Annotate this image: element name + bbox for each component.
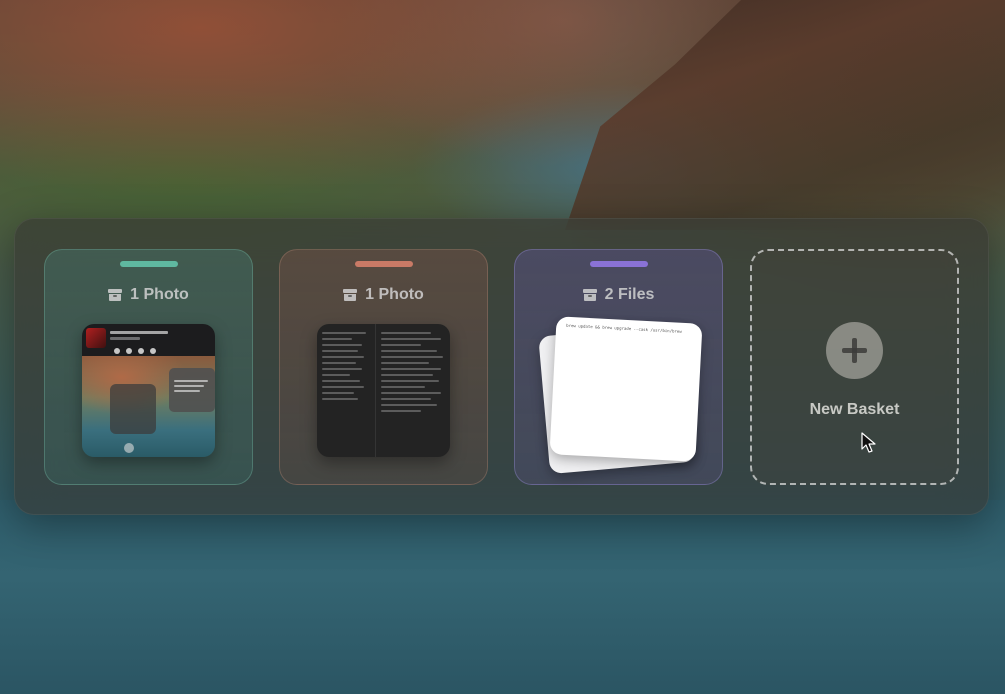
desktop-wallpaper-water	[0, 500, 1005, 694]
basket-thumbnail-document[interactable]	[317, 324, 450, 457]
mini-music-player	[86, 328, 176, 356]
basket-panel: 1 Photo 1 Photo 2 Files brew update && b…	[14, 218, 989, 515]
basket-card-1[interactable]: 1 Photo	[44, 249, 253, 485]
basket-title-label: 2 Files	[604, 286, 655, 303]
mini-popup	[169, 368, 215, 412]
new-basket-button[interactable]: New Basket	[750, 249, 959, 485]
basket-title-label: 1 Photo	[365, 286, 424, 303]
basket-title: 2 Files	[515, 286, 722, 304]
plus-icon	[826, 322, 883, 379]
archive-box-icon	[108, 289, 123, 301]
desktop-wallpaper-cliff	[565, 0, 1005, 230]
basket-card-2[interactable]: 1 Photo	[279, 249, 488, 485]
file-preview-text: brew update && brew upgrade --cask /usr/…	[566, 322, 682, 334]
mouse-cursor-icon	[861, 432, 876, 453]
mini-widget	[110, 384, 156, 434]
archive-box-icon	[582, 289, 597, 301]
basket-title: 1 Photo	[280, 286, 487, 304]
basket-accent-bar	[589, 261, 648, 267]
new-basket-label: New Basket	[809, 401, 900, 418]
basket-title: 1 Photo	[45, 286, 252, 304]
basket-title-label: 1 Photo	[130, 286, 189, 303]
file-preview-front[interactable]: brew update && brew upgrade --cask /usr/…	[549, 316, 703, 462]
basket-accent-bar	[354, 261, 413, 267]
mini-dock-dot	[124, 443, 134, 453]
basket-accent-bar	[119, 261, 178, 267]
basket-thumbnail-photo[interactable]	[82, 324, 215, 457]
basket-card-3[interactable]: 2 Files brew update && brew upgrade --ca…	[514, 249, 723, 485]
archive-box-icon	[343, 289, 358, 301]
